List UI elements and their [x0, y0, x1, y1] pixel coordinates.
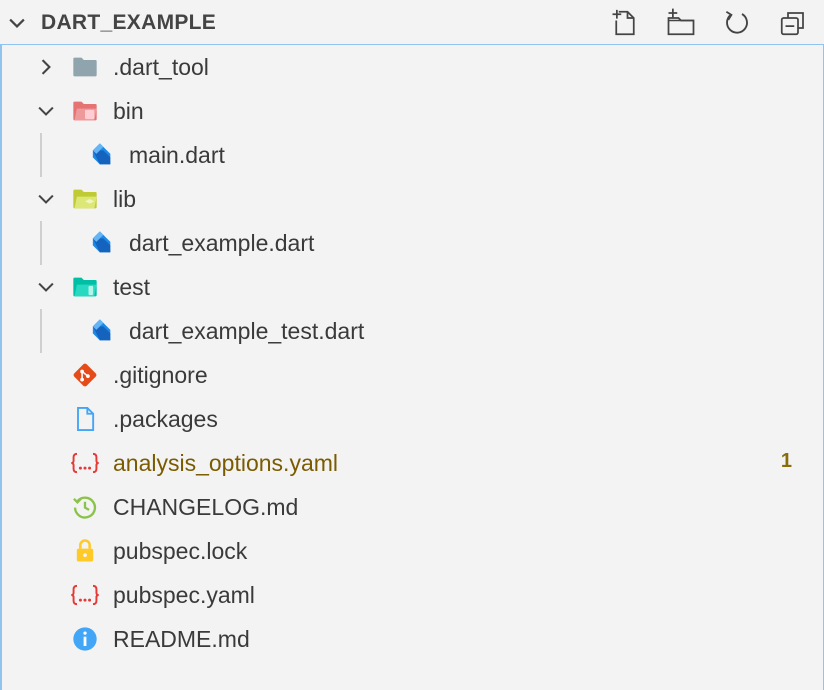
tree-item-label: dart_example_test.dart	[129, 318, 365, 344]
changelog-icon	[73, 496, 97, 519]
tree-item-label: .gitignore	[113, 362, 208, 388]
explorer-panel: DART_EXAMPLE .dart_tool bin main.dart li…	[0, 0, 824, 690]
tree-item-label: test	[113, 274, 151, 300]
tree-item-dart-example-test-dart[interactable]: dart_example_test.dart	[1, 309, 822, 353]
explorer-title: DART_EXAMPLE	[41, 11, 217, 34]
git-icon	[73, 363, 97, 387]
new-file-button[interactable]	[606, 7, 644, 39]
file-tree: .dart_tool bin main.dart lib dart_exampl…	[0, 44, 824, 690]
new-folder-button[interactable]	[662, 7, 700, 39]
dart-icon	[92, 319, 111, 341]
tree-item-readme[interactable]: README.md	[1, 617, 822, 661]
problem-count-badge: 1	[780, 450, 792, 472]
tree-item-changelog[interactable]: CHANGELOG.md	[1, 485, 822, 529]
tree-item-label: pubspec.yaml	[113, 582, 255, 608]
folder-bin-icon	[73, 101, 97, 121]
collapse-all-button[interactable]	[774, 7, 812, 39]
folder-icon	[73, 57, 97, 77]
explorer-header[interactable]: DART_EXAMPLE	[0, 0, 824, 45]
tree-item-label: dart_example.dart	[129, 230, 315, 256]
tree-item-label: .packages	[113, 406, 218, 432]
tree-item-dart-example-dart[interactable]: dart_example.dart	[1, 221, 822, 265]
tree-item-lib[interactable]: lib	[1, 177, 822, 221]
folder-lib-icon	[73, 189, 97, 209]
tree-item-bin[interactable]: bin	[1, 89, 822, 133]
collapse-all-icon	[780, 12, 804, 36]
explorer-actions	[606, 7, 812, 39]
new-folder-icon	[667, 8, 695, 36]
tree-item-analysis-options-yaml[interactable]: analysis_options.yaml 1	[1, 441, 822, 485]
folder-test-icon	[73, 277, 97, 297]
tree-item-pubspec-yaml[interactable]: pubspec.yaml	[1, 573, 822, 617]
dart-icon	[92, 231, 111, 253]
file-icon	[77, 406, 95, 432]
tree-item-label: lib	[113, 186, 137, 212]
tree-item-gitignore[interactable]: .gitignore	[1, 353, 822, 397]
chevron-down-icon[interactable]	[35, 188, 57, 210]
chevron-right-icon[interactable]	[35, 56, 57, 78]
tree-item-label: CHANGELOG.md	[113, 494, 299, 520]
tree-item-dart-tool[interactable]: .dart_tool	[1, 45, 822, 89]
tree-item-label: README.md	[113, 626, 250, 652]
refresh-icon	[725, 10, 748, 34]
lock-icon	[76, 539, 94, 562]
chevron-down-icon[interactable]	[35, 100, 57, 122]
tree-item-label: pubspec.lock	[113, 538, 248, 564]
new-file-icon	[612, 9, 635, 36]
tree-item-main-dart[interactable]: main.dart	[1, 133, 822, 177]
tree-item-label: analysis_options.yaml	[113, 450, 339, 476]
tree-item-label: bin	[113, 98, 144, 124]
tree-item-label: main.dart	[129, 142, 225, 168]
tree-item-label: .dart_tool	[113, 54, 209, 80]
refresh-button[interactable]	[718, 7, 756, 39]
info-icon	[73, 627, 97, 651]
yaml-icon	[71, 452, 99, 474]
yaml-icon	[71, 584, 99, 606]
chevron-down-icon[interactable]	[6, 12, 28, 34]
dart-icon	[92, 143, 111, 165]
tree-item-packages[interactable]: .packages	[1, 397, 822, 441]
tree-item-pubspec-lock[interactable]: pubspec.lock	[1, 529, 822, 573]
chevron-down-icon[interactable]	[35, 276, 57, 298]
tree-item-test[interactable]: test	[1, 265, 822, 309]
